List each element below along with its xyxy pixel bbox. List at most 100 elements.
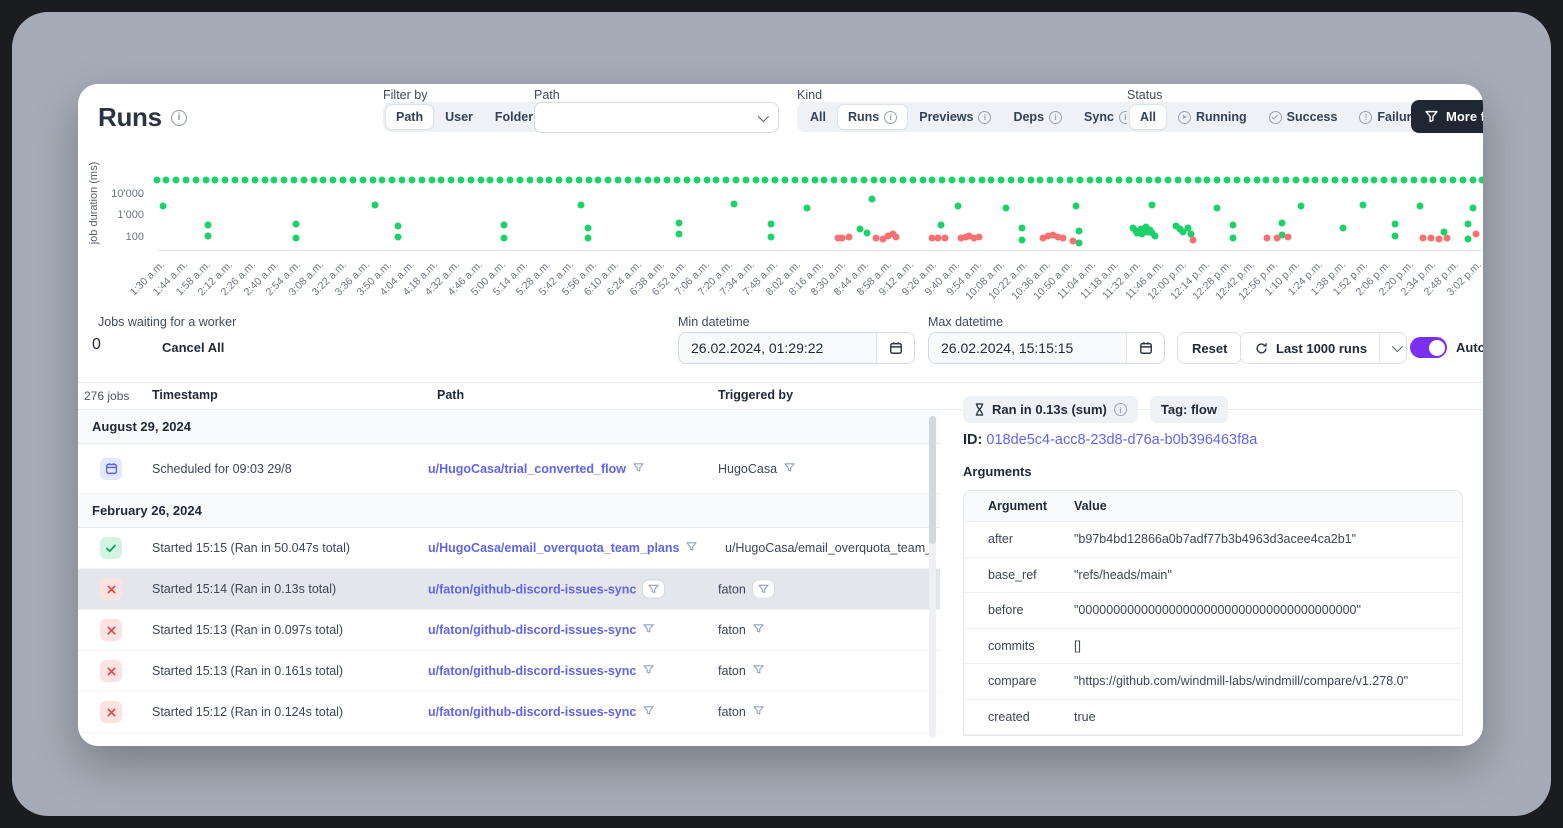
success-run-point[interactable] xyxy=(1470,204,1477,211)
success-run-point[interactable] xyxy=(418,176,425,183)
success-run-point[interactable] xyxy=(693,176,700,183)
success-run-point[interactable] xyxy=(438,176,445,183)
failed-run-point[interactable] xyxy=(1285,234,1292,241)
path-filter-icon[interactable] xyxy=(643,703,654,721)
success-run-point[interactable] xyxy=(1341,176,1348,183)
success-run-point[interactable] xyxy=(1086,176,1093,183)
success-run-point[interactable] xyxy=(857,226,864,233)
failed-run-point[interactable] xyxy=(892,234,899,241)
status-running-button[interactable]: Running xyxy=(1168,105,1257,129)
success-run-point[interactable] xyxy=(958,176,965,183)
success-run-point[interactable] xyxy=(899,176,906,183)
success-run-point[interactable] xyxy=(160,203,167,210)
success-run-point[interactable] xyxy=(330,176,337,183)
more-filters-button[interactable]: More f xyxy=(1411,100,1483,133)
failed-run-point[interactable] xyxy=(1069,238,1076,245)
success-run-point[interactable] xyxy=(1416,203,1423,210)
success-run-point[interactable] xyxy=(1479,176,1483,183)
success-run-point[interactable] xyxy=(500,221,507,228)
success-run-point[interactable] xyxy=(1184,224,1191,231)
success-run-point[interactable] xyxy=(1066,176,1073,183)
success-run-point[interactable] xyxy=(978,176,985,183)
success-run-point[interactable] xyxy=(1440,228,1447,235)
success-run-point[interactable] xyxy=(1076,176,1083,183)
failed-run-point[interactable] xyxy=(1436,235,1443,242)
success-run-point[interactable] xyxy=(821,176,828,183)
success-run-point[interactable] xyxy=(1312,176,1319,183)
success-run-point[interactable] xyxy=(251,176,258,183)
success-run-point[interactable] xyxy=(644,176,651,183)
success-run-point[interactable] xyxy=(1139,231,1146,238)
path-filter-icon[interactable] xyxy=(643,581,664,598)
success-run-point[interactable] xyxy=(624,176,631,183)
success-run-point[interactable] xyxy=(1047,176,1054,183)
success-run-point[interactable] xyxy=(1125,176,1132,183)
success-run-point[interactable] xyxy=(938,221,945,228)
success-run-point[interactable] xyxy=(772,176,779,183)
success-run-point[interactable] xyxy=(1459,176,1466,183)
success-run-point[interactable] xyxy=(1142,224,1149,231)
failed-run-point[interactable] xyxy=(839,235,846,242)
success-run-point[interactable] xyxy=(1149,201,1156,208)
success-run-point[interactable] xyxy=(1149,230,1156,237)
failed-run-point[interactable] xyxy=(935,235,942,242)
success-run-point[interactable] xyxy=(173,176,180,183)
success-run-point[interactable] xyxy=(939,176,946,183)
status-success-button[interactable]: Success xyxy=(1259,105,1348,129)
success-run-point[interactable] xyxy=(634,176,641,183)
success-run-point[interactable] xyxy=(1194,176,1201,183)
success-run-point[interactable] xyxy=(968,176,975,183)
success-run-point[interactable] xyxy=(675,231,682,238)
success-run-point[interactable] xyxy=(730,201,737,208)
success-run-point[interactable] xyxy=(954,203,961,210)
success-run-point[interactable] xyxy=(1351,176,1358,183)
success-run-point[interactable] xyxy=(292,235,299,242)
success-run-point[interactable] xyxy=(1152,232,1159,239)
success-run-point[interactable] xyxy=(1144,228,1151,235)
success-run-point[interactable] xyxy=(487,176,494,183)
success-run-point[interactable] xyxy=(241,176,248,183)
triggered-by-filter-icon[interactable] xyxy=(753,664,764,678)
path-filter-icon[interactable] xyxy=(686,539,697,557)
success-run-point[interactable] xyxy=(408,176,415,183)
success-run-point[interactable] xyxy=(831,176,838,183)
success-run-point[interactable] xyxy=(1263,176,1270,183)
success-run-point[interactable] xyxy=(300,176,307,183)
success-run-point[interactable] xyxy=(1233,176,1240,183)
success-run-point[interactable] xyxy=(395,222,402,229)
success-run-point[interactable] xyxy=(1230,221,1237,228)
success-run-point[interactable] xyxy=(890,176,897,183)
failed-run-point[interactable] xyxy=(1045,233,1052,240)
failed-run-point[interactable] xyxy=(834,234,841,241)
min-datetime-field[interactable]: 26.02.2024, 01:29:22 xyxy=(678,332,915,364)
success-run-point[interactable] xyxy=(271,176,278,183)
success-run-point[interactable] xyxy=(1292,176,1299,183)
success-run-point[interactable] xyxy=(1008,176,1015,183)
success-run-point[interactable] xyxy=(1302,176,1309,183)
success-run-point[interactable] xyxy=(868,196,875,203)
run-path-link[interactable]: u/faton/github-discord-issues-sync xyxy=(428,705,636,719)
success-run-point[interactable] xyxy=(182,176,189,183)
success-run-point[interactable] xyxy=(1465,235,1472,242)
success-run-point[interactable] xyxy=(768,234,775,241)
success-run-point[interactable] xyxy=(320,176,327,183)
success-run-point[interactable] xyxy=(222,176,229,183)
success-run-point[interactable] xyxy=(1037,176,1044,183)
run-id-value[interactable]: 018de5c4-acc8-23d8-d76a-b0b396463f8a xyxy=(986,432,1257,448)
success-run-point[interactable] xyxy=(1155,176,1162,183)
success-run-point[interactable] xyxy=(1019,237,1026,244)
success-run-point[interactable] xyxy=(1469,176,1476,183)
reset-button[interactable]: Reset xyxy=(1177,332,1242,364)
success-run-point[interactable] xyxy=(291,176,298,183)
success-run-point[interactable] xyxy=(870,176,877,183)
triggered-by-filter-icon[interactable] xyxy=(753,705,764,719)
failed-run-point[interactable] xyxy=(889,230,896,237)
success-run-point[interactable] xyxy=(1072,202,1079,209)
runs-list-scrollbar-thumb[interactable] xyxy=(929,416,936,544)
failed-run-point[interactable] xyxy=(1189,236,1196,243)
success-run-point[interactable] xyxy=(1019,224,1026,231)
success-run-point[interactable] xyxy=(1273,176,1280,183)
success-run-point[interactable] xyxy=(811,176,818,183)
success-run-point[interactable] xyxy=(1057,176,1064,183)
success-run-point[interactable] xyxy=(292,220,299,227)
